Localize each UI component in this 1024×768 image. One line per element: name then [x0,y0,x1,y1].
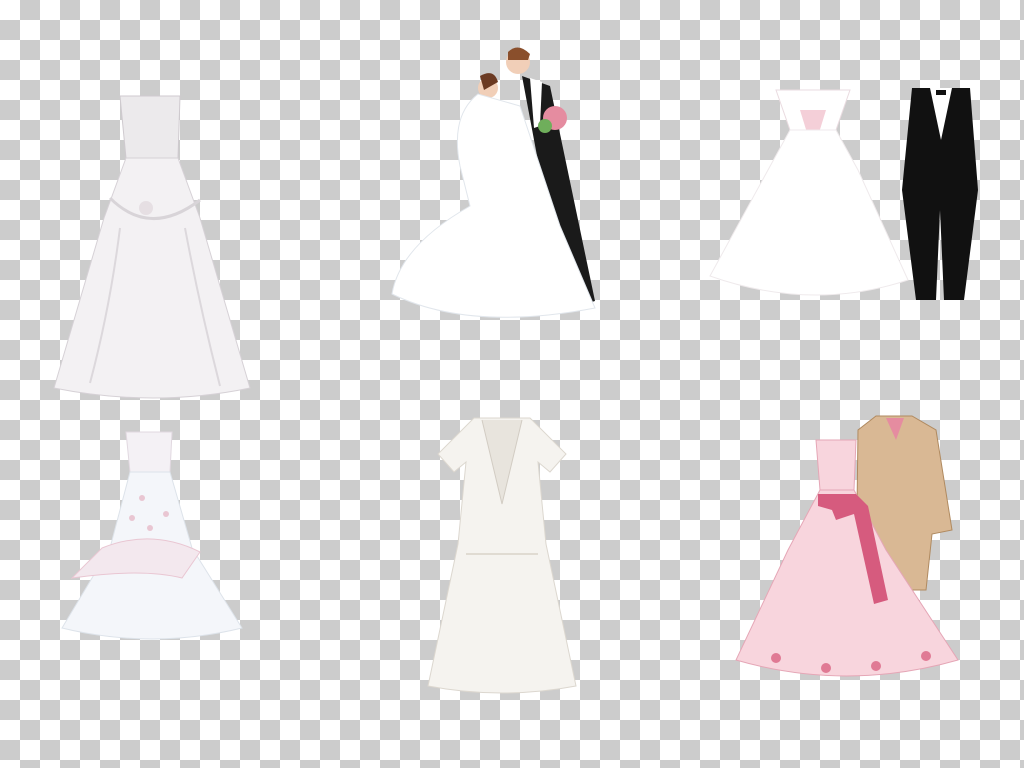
couple-icon [391,47,596,318]
embroidered-tulle-ball-gown [61,428,244,646]
lace-short-sleeve-dress [426,414,578,696]
gown-and-tuxedo-icon [709,88,978,300]
lace-dress-icon [427,417,577,694]
gown-and-suit-icon [735,415,959,677]
wedding-dress-icon [53,95,251,399]
off-shoulder-gown-with-black-tuxedo [708,80,994,312]
kissing-bride-and-groom [390,46,600,328]
satin-strapless-ball-gown [50,88,256,408]
watercolor-pink-gown-with-tan-suit [735,410,960,686]
wedding-dress-icon [61,431,243,640]
